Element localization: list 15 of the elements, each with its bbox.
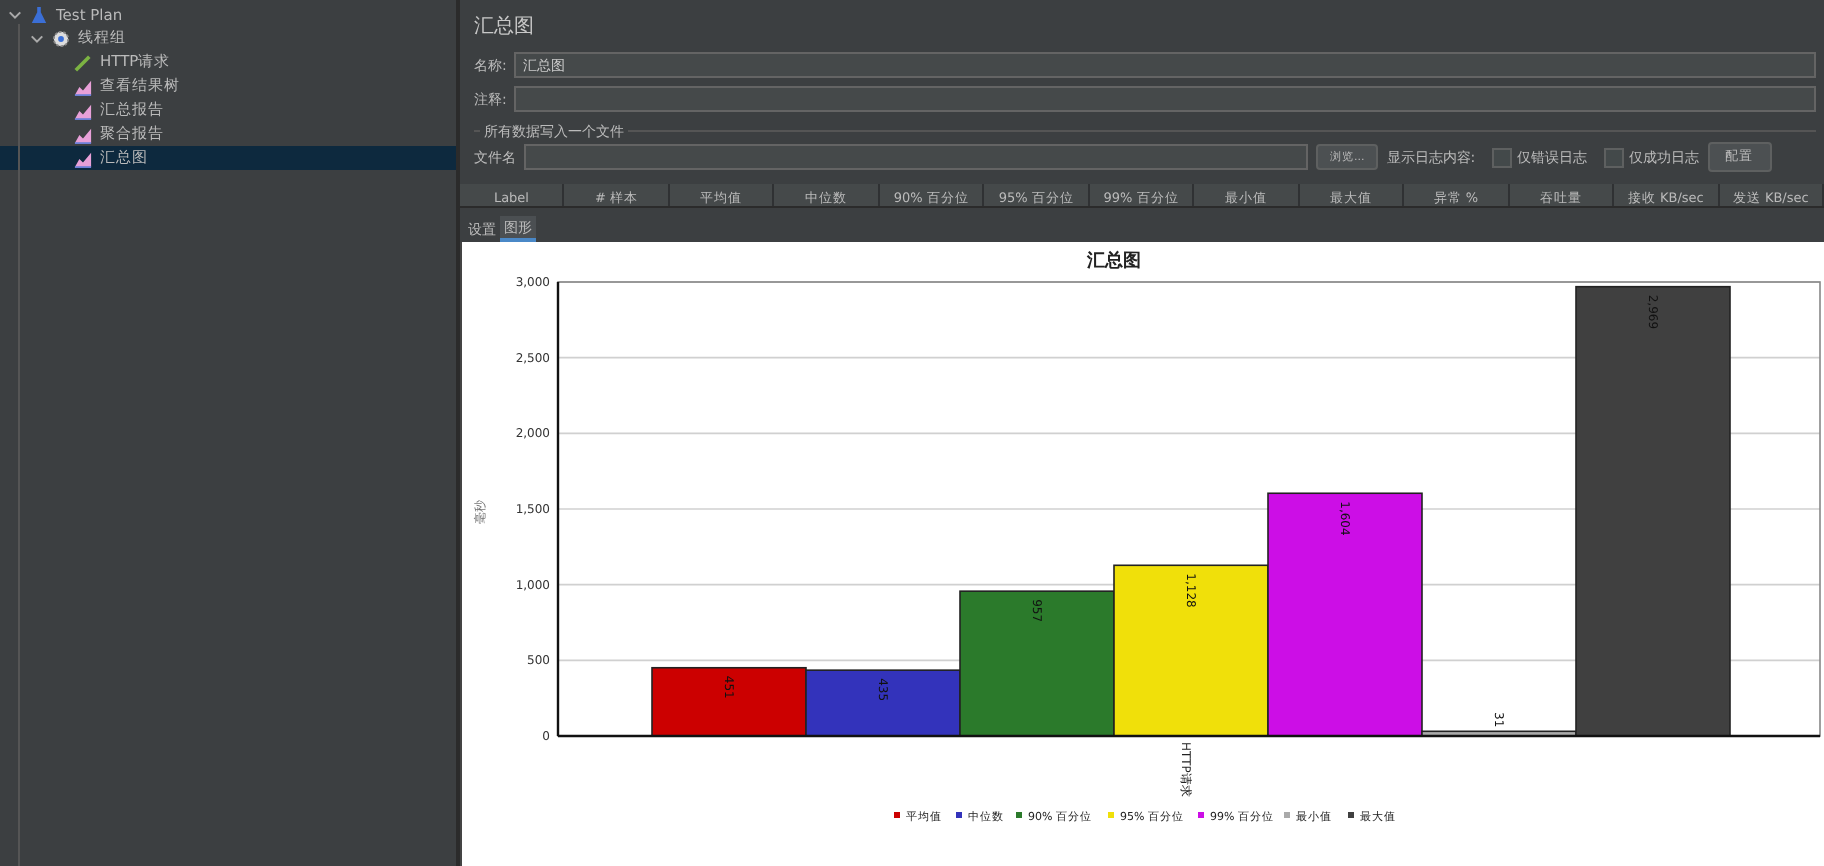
chart-title: 汇总图 <box>1087 252 1141 272</box>
chevron-down-icon[interactable] <box>8 7 22 21</box>
chevron-down-icon[interactable] <box>30 31 44 45</box>
chart-icon <box>74 149 92 167</box>
checkbox[interactable] <box>1603 147 1624 167</box>
comment-field[interactable] <box>514 86 1816 112</box>
chart-icon <box>74 101 92 119</box>
checkbox[interactable] <box>1491 147 1512 167</box>
gear-icon <box>52 29 70 47</box>
flask-icon <box>30 5 48 23</box>
file-field[interactable] <box>524 144 1308 170</box>
panel-title: 汇总图 <box>472 13 536 42</box>
chart-icon <box>74 77 92 95</box>
pen-icon <box>74 53 92 71</box>
chart-icon <box>74 125 92 143</box>
